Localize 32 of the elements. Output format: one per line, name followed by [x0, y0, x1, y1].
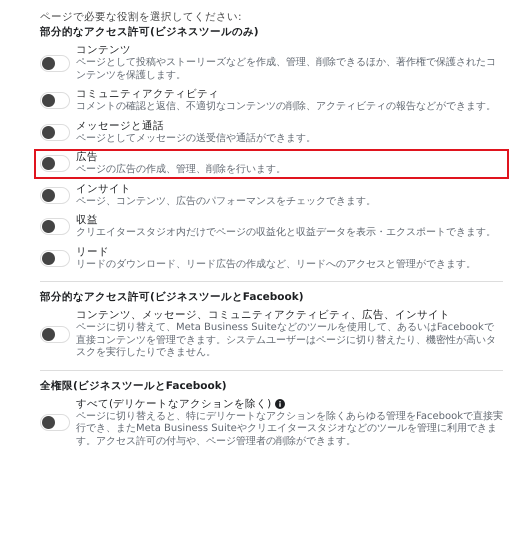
- role-description: ページの広告の作成、管理、削除を行います。: [76, 164, 286, 176]
- role-description: ページ、コンテンツ、広告のパフォーマンスをチェックできます。: [76, 196, 376, 208]
- toggle-switch[interactable]: [40, 124, 70, 141]
- section-heading: 部分的なアクセス許可(ビジネスツールとFacebook): [40, 290, 305, 304]
- toggle-switch[interactable]: [40, 414, 70, 432]
- role-name: コンテンツ、メッセージ、コミュニティアクティビティ、広告、インサイト: [76, 309, 450, 322]
- role-description: リードのダウンロード、リード広告の作成など、リードへのアクセスと管理ができます。: [76, 258, 476, 271]
- role-description: クリエイタースタジオ内だけでページの収益化と収益データを表示・エクスポートできます。: [76, 227, 496, 240]
- role-description: ページに切り替えて、Meta Business Suiteなどのツールを使用して、あるいはFacebookで直接コンテンツを管理できます。システムユーザーはページに切り替えたり、機密性が高いタスクを実行したりできません。: [76, 322, 497, 360]
- toggle-switch[interactable]: [40, 155, 70, 172]
- role-name: 広告: [76, 151, 98, 164]
- role-name: 収益: [76, 214, 98, 227]
- role-name: すべて(デリケートなアクションを除く): [76, 398, 272, 410]
- role-name: コミュニティアクティビティ: [76, 88, 219, 100]
- role-name: インサイト: [76, 182, 131, 196]
- role-description: コメントの確認と返信、不適切なコンテンツの削除、アクティビティの報告などができます。: [76, 101, 496, 114]
- instruction-text: ページで必要な役割を選択してください:: [40, 10, 243, 25]
- toggle-switch[interactable]: [40, 186, 70, 204]
- toggle-switch[interactable]: [40, 218, 70, 236]
- role-name: コンテンツ: [76, 44, 131, 57]
- section-heading: 部分的なアクセス許可(ビジネスツールのみ): [40, 25, 260, 39]
- role-description: ページに切り替えると、特にデリケートなアクションを除くあらゆる管理をFacebookで直接実行でき、またMeta Business Suiteやクリエイタースタジオなどのツールを管理に利用できます。アクセス許可の付与や、ページ管理者の削除ができます。: [76, 410, 503, 448]
- toggle-switch[interactable]: [40, 54, 70, 72]
- role-name: リード: [76, 246, 109, 258]
- toggle-switch[interactable]: [40, 250, 70, 267]
- role-description: ページとしてメッセージの送受信や通話ができます。: [76, 132, 316, 145]
- toggle-switch[interactable]: [40, 92, 70, 110]
- role-description: ページとして投稿やストーリーズなどを作成、管理、削除できるほか、著作権で保護されたコンテンツを保護します。: [76, 57, 497, 82]
- info-icon[interactable]: [275, 399, 286, 409]
- role-name: メッセージと通話: [76, 120, 164, 132]
- toggle-switch[interactable]: [40, 326, 70, 343]
- section-heading: 全権限(ビジネスツールとFacebook): [40, 378, 228, 392]
